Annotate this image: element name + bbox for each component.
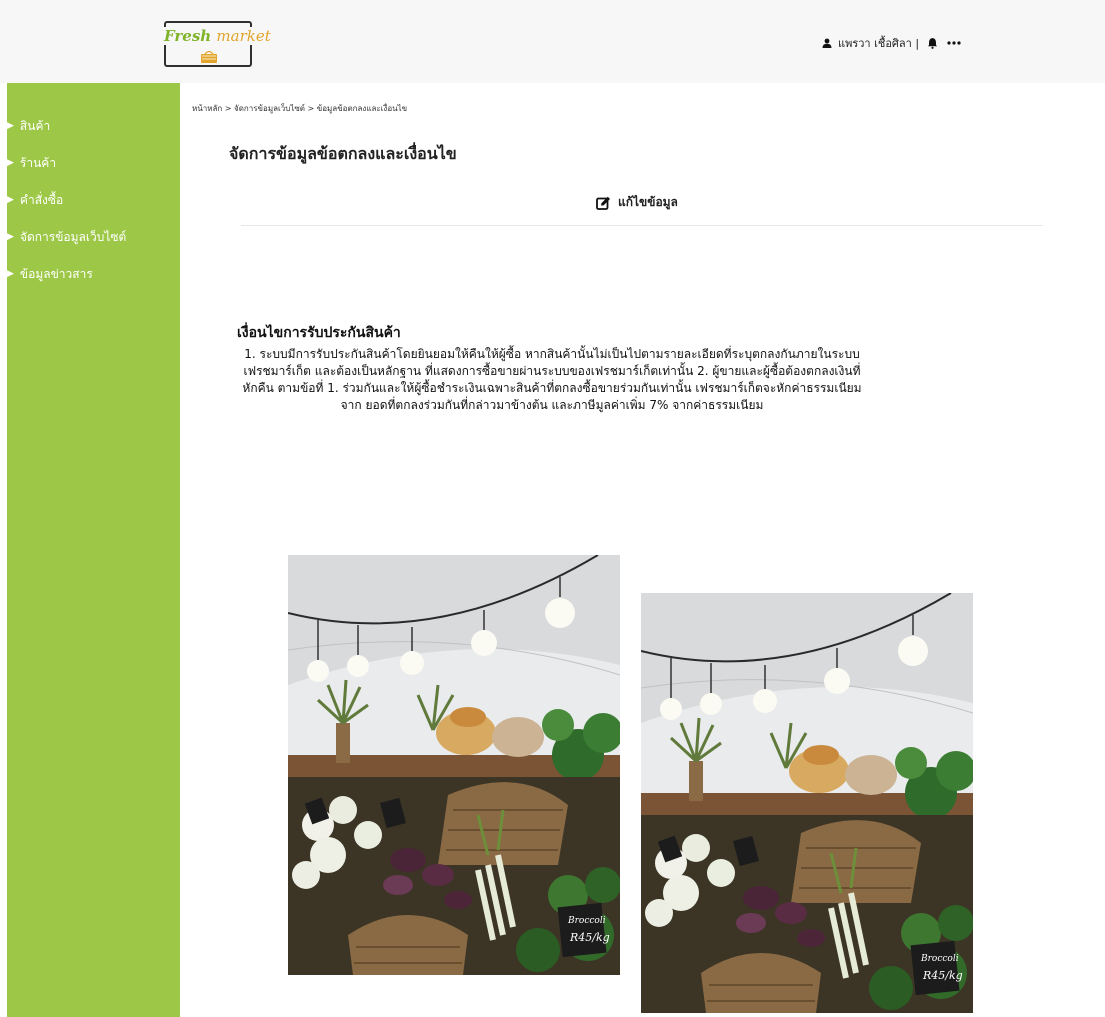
- caret-right-icon: ▶: [7, 121, 14, 131]
- caret-right-icon: ▶: [7, 195, 14, 205]
- sidebar-item-label: ข้อมูลข่าวสาร: [19, 267, 93, 281]
- edit-button[interactable]: แก้ไขข้อมูล: [596, 193, 678, 212]
- page-title: จัดการข้อมูลข้อตกลงและเงื่อนไข: [229, 144, 457, 163]
- market-photo: Broccoli R45/kg: [288, 555, 620, 975]
- sidebar-menu: ▶ สินค้า ▶ ร้านค้า ▶ คำสั่งซื้อ ▶ จัดการข้อม…: [7, 115, 126, 300]
- sidebar-item-news[interactable]: ▶ ข้อมูลข่าวสาร: [7, 263, 126, 300]
- sidebar-item-label: จัดการข้อมูลเว็บไซต์: [19, 230, 127, 244]
- divider: [241, 225, 1043, 226]
- bell-icon[interactable]: [927, 37, 938, 49]
- price-sign-price: R45/kg: [569, 931, 610, 944]
- more-icon[interactable]: [947, 40, 961, 46]
- edit-icon: [596, 196, 610, 210]
- market-photo: Broccoli R45/kg: [641, 593, 973, 1013]
- fresh-market-logo[interactable]: Fresh market: [162, 21, 273, 67]
- section-title: เงื่อนไขการรับประกันสินค้า: [237, 325, 401, 341]
- sidebar-item-website-management[interactable]: ▶ จัดการข้อมูลเว็บไซต์: [7, 226, 126, 263]
- sidebar-item-label: ร้านค้า: [19, 156, 57, 170]
- user-name[interactable]: แพรวา เชื้อศิลา |: [838, 34, 919, 52]
- caret-right-icon: ▶: [7, 269, 14, 279]
- sidebar-item-label: คำสั่งซื้อ: [19, 193, 64, 207]
- price-sign-price: R45/kg: [922, 969, 963, 982]
- user-icon[interactable]: [822, 38, 832, 48]
- top-header: Fresh market แพรวา เชื้อศิลา |: [0, 0, 1105, 83]
- sidebar-item-products[interactable]: ▶ สินค้า: [7, 115, 126, 152]
- price-sign-name: Broccoli: [567, 916, 606, 926]
- edit-button-label: แก้ไขข้อมูล: [618, 195, 678, 209]
- sidebar-item-orders[interactable]: ▶ คำสั่งซื้อ: [7, 189, 126, 226]
- price-sign-name: Broccoli: [920, 954, 959, 964]
- sidebar-item-label: สินค้า: [19, 119, 51, 133]
- terms-text: 1. ระบบมีการรับประกันสินค้าโดยยินยอมให้ค…: [242, 347, 862, 412]
- breadcrumb[interactable]: หน้าหลัก > จัดการข้อมูลเว็บไซต์ > ข้อมูล…: [192, 102, 407, 115]
- basket-icon: [201, 51, 217, 63]
- sidebar-item-shops[interactable]: ▶ ร้านค้า: [7, 152, 126, 189]
- caret-right-icon: ▶: [7, 232, 14, 242]
- user-area: แพรวา เชื้อศิลา |: [822, 33, 961, 53]
- sidebar: ▶ สินค้า ▶ ร้านค้า ▶ คำสั่งซื้อ ▶ จัดการข้อม…: [7, 83, 180, 1017]
- logo-text: Fresh market: [162, 27, 273, 45]
- caret-right-icon: ▶: [7, 158, 14, 168]
